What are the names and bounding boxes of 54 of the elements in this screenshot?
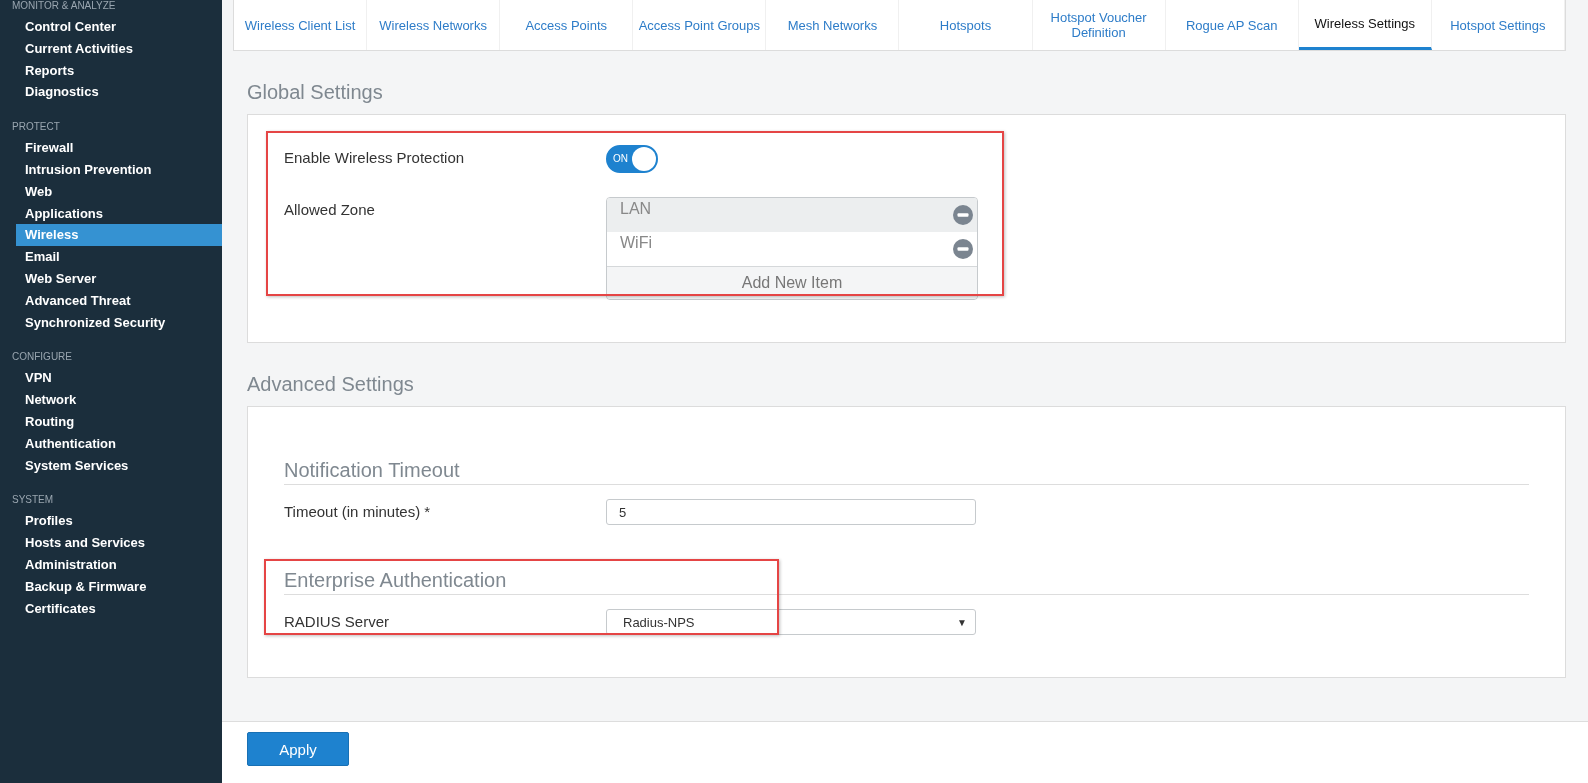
field-label: Allowed Zone (284, 200, 376, 218)
tab[interactable]: Wireless Networks (367, 0, 501, 50)
sidebar-item[interactable]: Firewall (0, 137, 222, 159)
sidebar-item[interactable]: Reports (0, 59, 222, 82)
section-heading: MONITOR & ANALYZE (11, 0, 117, 13)
sidebar-item[interactable]: Applications (0, 202, 222, 225)
sidebar-item[interactable]: Advanced Threat (0, 289, 222, 312)
subsection-heading: Enterprise Authentication (284, 569, 1529, 595)
tab[interactable]: Hotspot Voucher Definition (1032, 0, 1166, 50)
sidebar-item[interactable]: Hosts and Services (0, 532, 222, 554)
field-label: Enable Wireless Protection (284, 148, 466, 166)
toggle-switch[interactable]: ON (606, 145, 658, 173)
sidebar-item[interactable]: Routing (0, 410, 222, 433)
sidebar-item[interactable]: Synchronized Security (0, 311, 222, 334)
section-heading: PROTECT (11, 121, 61, 135)
section-title: Advanced Settings (247, 372, 415, 397)
sidebar-item[interactable]: Administration (0, 553, 222, 576)
tab[interactable]: Mesh Networks (766, 0, 900, 50)
field-label: Timeout (in minutes) * (284, 502, 432, 520)
sidebar-item[interactable]: Authentication (0, 432, 222, 455)
sidebar-item[interactable]: VPN (0, 367, 222, 390)
sidebar-item[interactable]: Current Activities (0, 37, 222, 60)
add-item-button[interactable]: Add New Item (607, 266, 977, 299)
subsection-heading: Notification Timeout (284, 459, 1529, 485)
sidebar-item[interactable]: Web Server (0, 267, 222, 290)
field-label: RADIUS Server (284, 612, 391, 630)
tab[interactable]: Rogue AP Scan (1165, 0, 1299, 50)
tab[interactable]: Access Point Groups (633, 0, 767, 50)
remove-icon[interactable] (953, 239, 973, 259)
sidebar-item[interactable]: Email (0, 246, 222, 268)
apply-button[interactable]: Apply (247, 732, 349, 766)
item-label: WiFi (620, 233, 652, 252)
section-title: Global Settings (247, 80, 384, 105)
section-heading: CONFIGURE (11, 351, 73, 365)
tab[interactable]: Wireless Settings (1298, 0, 1432, 50)
tab[interactable]: Access Points (500, 0, 634, 50)
sidebar-item[interactable]: Control Center (0, 16, 222, 38)
tab[interactable]: Hotspots (899, 0, 1033, 50)
remove-icon[interactable] (953, 205, 973, 225)
sidebar-item[interactable]: Network (0, 389, 222, 411)
dropdown[interactable]: Radius-NPS ▼ (606, 609, 976, 635)
tab[interactable]: Wireless Client List (234, 0, 368, 50)
sidebar-item[interactable]: Profiles (0, 510, 222, 533)
item-label: LAN (620, 199, 652, 218)
sidebar-item[interactable]: Intrusion Prevention (0, 159, 222, 181)
sidebar-item[interactable]: Certificates (0, 597, 222, 620)
section-heading: SYSTEM (11, 494, 55, 508)
tab[interactable]: Hotspot Settings (1431, 0, 1565, 50)
sidebar-item[interactable]: Backup & Firmware (0, 575, 222, 598)
sidebar-item[interactable]: Web (0, 180, 222, 203)
sidebar-item[interactable]: Diagnostics (0, 81, 222, 104)
caret-icon: ▼ (957, 616, 967, 628)
text-field[interactable]: 5 (606, 499, 976, 525)
sidebar-item[interactable]: System Services (0, 454, 222, 477)
